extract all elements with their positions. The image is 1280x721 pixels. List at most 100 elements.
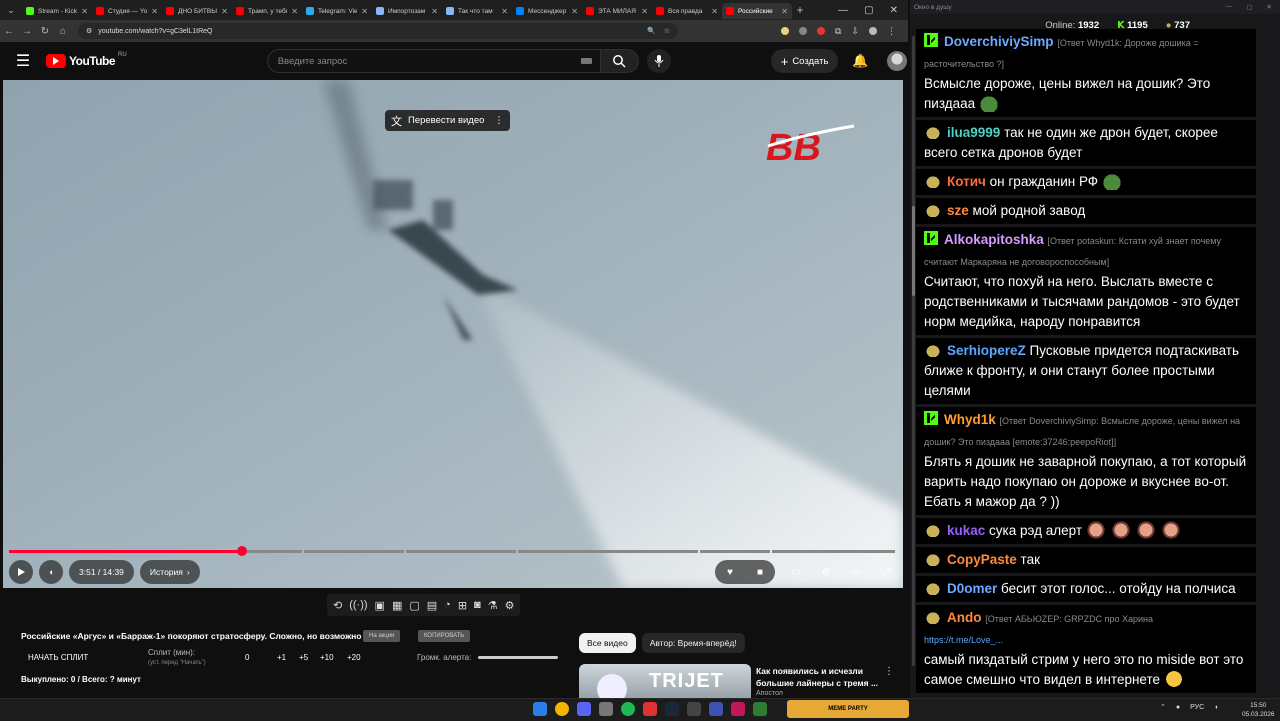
cast-icon[interactable]: ▣ — [375, 599, 385, 612]
pause-autoplay-icon[interactable]: ■ — [751, 567, 769, 578]
reload-icon[interactable]: ↻ — [36, 26, 54, 37]
chat-username[interactable]: D0omer — [947, 581, 997, 596]
more-options-icon[interactable]: ⋮ — [884, 666, 894, 677]
home-icon[interactable]: ⌂ — [54, 26, 72, 37]
add-icon[interactable]: ⊞ — [458, 599, 467, 612]
gear-icon[interactable]: ⚙ — [505, 599, 515, 612]
chat-link[interactable]: https://t.me/Love_... — [924, 635, 1003, 645]
chip-author[interactable]: Автор: Время-вперёд! — [641, 633, 745, 653]
loop-icon[interactable]: ⟲ — [333, 599, 342, 612]
tab-close-icon[interactable]: ✕ — [781, 7, 788, 16]
speed-icon[interactable]: ◔ — [444, 599, 451, 611]
close-window-icon[interactable]: ✕ — [1267, 3, 1272, 11]
recommended-thumbnail[interactable]: TRIJET — [579, 664, 751, 698]
chat-username[interactable]: kukac — [947, 523, 985, 538]
app-icon[interactable] — [731, 702, 745, 716]
zoom-icon[interactable]: 🔍 — [647, 27, 656, 35]
audio-icon[interactable]: ((·)) — [349, 599, 367, 611]
tab-close-icon[interactable]: ✕ — [361, 7, 368, 16]
browser-tab[interactable]: Telegram: View✕ — [302, 3, 372, 19]
captions-icon[interactable]: ▤ — [427, 599, 437, 612]
back-icon[interactable]: ← — [0, 26, 18, 37]
site-info-icon[interactable]: ⚙ — [86, 27, 92, 35]
video-player[interactable]: 文 Перевести видео ⋮ BB ◖ 3:51 / 14:39 Ис… — [3, 80, 903, 588]
app-icon[interactable] — [709, 702, 723, 716]
heart-icon[interactable]: ♥ — [721, 567, 739, 578]
browser-tab[interactable]: Импортозам ✕ — [372, 3, 442, 19]
recommended-title[interactable]: Как появились и исчезли большие лайнеры … — [756, 665, 881, 689]
chat-username[interactable]: DoverchiviySimp — [944, 34, 1054, 49]
close-window-icon[interactable]: ✕ — [890, 5, 898, 16]
recommended-channel[interactable]: Апостол — [756, 690, 783, 697]
extension-icon[interactable] — [781, 27, 790, 35]
download-icon[interactable]: ⇩ — [851, 26, 859, 37]
maximize-icon[interactable]: ▢ — [864, 5, 873, 16]
progress-scrubber[interactable] — [237, 546, 247, 556]
browser-tab[interactable]: Вся правда ✕ — [652, 3, 722, 19]
progress-bar[interactable] — [9, 546, 895, 556]
browser-tab[interactable]: Stream - Kick ✕ — [22, 3, 92, 19]
browser-tab[interactable]: Так что там ✕ — [442, 3, 512, 19]
tab-search-icon[interactable]: ⌄ — [0, 0, 22, 20]
browser-tab[interactable]: Российские ✕ — [722, 3, 792, 19]
discord-icon[interactable] — [577, 702, 591, 716]
chat-username[interactable]: Ando — [947, 610, 982, 625]
chat-username[interactable]: sze — [947, 203, 969, 218]
mic-icon[interactable]: ● — [1176, 704, 1180, 711]
hamburger-menu-icon[interactable]: ☰ — [0, 51, 46, 71]
clock[interactable]: 15:50 05.03.2026 — [1242, 701, 1275, 719]
spotify-icon[interactable] — [621, 702, 635, 716]
browser-tab[interactable]: ДНО БИТВЫ ✕ — [162, 3, 232, 19]
theater-mode-icon[interactable]: ▭ — [847, 567, 865, 578]
browser-tab[interactable]: ЭТА МИЛАЯ ✕ — [582, 3, 652, 19]
browser-tab[interactable]: Мессенджер ✕ — [512, 3, 582, 19]
avatar[interactable] — [886, 51, 907, 71]
copy-badge[interactable]: КОПИРОВАТЬ — [418, 630, 471, 642]
tab-close-icon[interactable]: ✕ — [151, 7, 158, 16]
extension-icon[interactable] — [799, 27, 808, 35]
chat-username[interactable]: Whyd1k — [944, 412, 996, 427]
fullscreen-icon[interactable]: ⤢ — [877, 567, 895, 578]
browser-tab[interactable]: Трамп, у тебя ✕ — [232, 3, 302, 19]
screenshot-icon[interactable]: ◙ — [474, 599, 481, 611]
new-tab-button[interactable]: + — [792, 3, 808, 17]
split-value-plus1[interactable]: +1 — [277, 653, 286, 662]
notifications-bell-icon[interactable]: 🔔 — [852, 53, 868, 69]
settings-gear-icon[interactable]: ⚙ — [817, 567, 835, 578]
extension-icon[interactable] — [817, 27, 826, 35]
chrome-icon[interactable] — [555, 702, 569, 716]
minimize-icon[interactable]: — — [1226, 3, 1233, 11]
chat-username[interactable]: ilua9999 — [947, 125, 1000, 140]
chip-all-videos[interactable]: Все видео — [579, 633, 636, 653]
chat-username[interactable]: SerhiopereZ — [947, 343, 1026, 358]
voice-search-button[interactable] — [646, 49, 671, 73]
chapter-button[interactable]: История › — [139, 560, 200, 584]
more-options-icon[interactable]: ⋮ — [494, 115, 504, 126]
scrollbar-thumb[interactable] — [912, 206, 915, 296]
tab-close-icon[interactable]: ✕ — [641, 7, 648, 16]
language-indicator[interactable]: РУС — [1190, 704, 1204, 711]
app-icon[interactable] — [599, 702, 613, 716]
start-icon[interactable] — [533, 702, 547, 716]
tab-close-icon[interactable]: ✕ — [81, 7, 88, 16]
play-button[interactable] — [9, 560, 33, 584]
menu-dots-icon[interactable]: ⋮ — [887, 26, 896, 37]
app-icon[interactable] — [753, 702, 767, 716]
pip-icon[interactable]: ▢ — [409, 599, 419, 612]
app-icon[interactable] — [687, 702, 701, 716]
search-input[interactable]: Введите запрос — [266, 49, 601, 73]
create-button[interactable]: + Создать — [770, 49, 839, 73]
chat-username[interactable]: Котич — [947, 174, 986, 189]
app-icon[interactable] — [643, 702, 657, 716]
youtube-logo[interactable]: YouTube RU — [46, 52, 127, 68]
search-button[interactable] — [600, 49, 639, 73]
alert-volume-slider[interactable] — [478, 656, 558, 659]
meme-party-widget[interactable]: MEME PARTY — [787, 700, 909, 718]
minimize-icon[interactable]: — — [838, 5, 848, 16]
puzzle-icon[interactable]: ⧉ — [835, 26, 841, 37]
split-value-plus20[interactable]: +20 — [347, 653, 361, 662]
chat-username[interactable]: CopyPaste — [947, 552, 1017, 567]
start-split-button[interactable]: НАЧАТЬ СПЛИТ — [28, 653, 88, 662]
translate-video-button[interactable]: 文 Перевести видео ⋮ — [385, 110, 510, 131]
url-field[interactable]: ⚙ youtube.com/watch?v=gC3elL1tReQ 🔍 ☆ — [78, 23, 678, 39]
